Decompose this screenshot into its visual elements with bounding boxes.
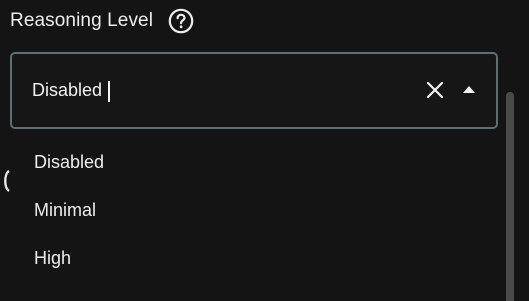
question-circle-icon[interactable] bbox=[168, 8, 194, 34]
scrollbar-thumb[interactable] bbox=[506, 92, 514, 301]
reasoning-level-panel: Reasoning Level Disabled Disabled Minima… bbox=[0, 0, 529, 301]
menu-item-label: Disabled bbox=[34, 151, 105, 172]
chevron-up-icon[interactable] bbox=[461, 83, 477, 97]
menu-item-high[interactable]: High bbox=[10, 234, 490, 282]
text-cursor bbox=[108, 81, 110, 102]
reasoning-level-header: Reasoning Level bbox=[10, 6, 194, 36]
menu-item-label: High bbox=[34, 247, 72, 268]
menu-item-label: Minimal bbox=[34, 199, 97, 220]
dropdown-menu: Disabled Minimal High bbox=[10, 138, 490, 282]
select-input-value[interactable]: Disabled bbox=[32, 79, 102, 101]
menu-item-minimal[interactable]: Minimal bbox=[10, 186, 490, 234]
partially-hidden-element bbox=[0, 168, 10, 194]
reasoning-level-select[interactable]: Disabled bbox=[10, 52, 498, 129]
menu-item-disabled[interactable]: Disabled bbox=[10, 138, 490, 186]
close-icon[interactable] bbox=[424, 79, 446, 101]
field-label: Reasoning Level bbox=[10, 10, 154, 31]
